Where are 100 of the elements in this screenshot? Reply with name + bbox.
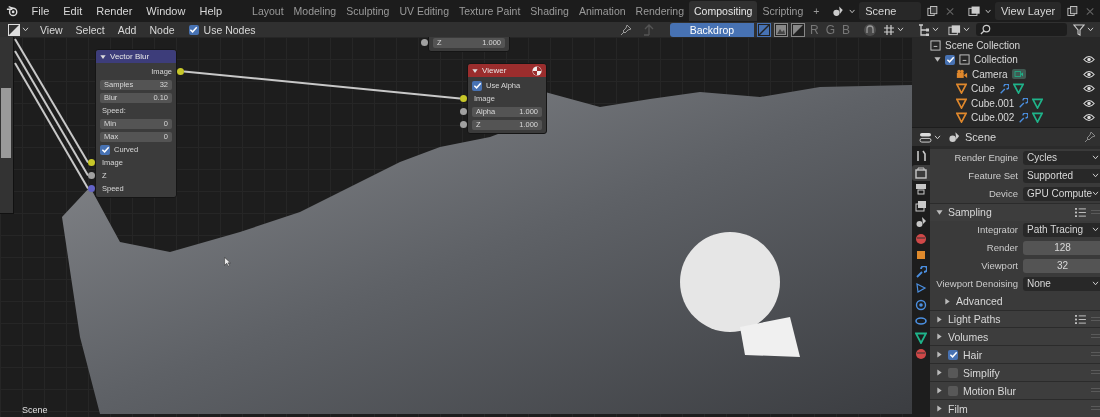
- drag-handle-icon[interactable]: [1091, 388, 1100, 394]
- node-socket[interactable]: [88, 185, 95, 192]
- backdrop-mode-button[interactable]: [756, 22, 771, 37]
- expand-arrow-icon[interactable]: [936, 405, 943, 413]
- scene-name-field[interactable]: Scene: [859, 2, 922, 20]
- outliner-item[interactable]: Cube.002: [912, 110, 1100, 125]
- number-field[interactable]: 128: [1023, 240, 1100, 255]
- workspace-tab[interactable]: Texture Paint: [454, 1, 526, 21]
- outliner-item[interactable]: Camera: [912, 67, 1100, 82]
- drag-handle-icon[interactable]: [1091, 370, 1100, 376]
- expand-arrow-icon[interactable]: [936, 369, 943, 377]
- outliner-item[interactable]: Collection: [912, 52, 1100, 67]
- menu-item[interactable]: Add: [112, 21, 142, 38]
- panel-header[interactable]: Film: [930, 399, 1100, 417]
- collapse-arrow-icon[interactable]: [100, 53, 106, 60]
- use-nodes-checkbox[interactable]: Use Nodes: [188, 23, 256, 36]
- add-workspace-button[interactable]: +: [808, 1, 825, 21]
- presets-list-icon[interactable]: [1075, 314, 1087, 324]
- eye-icon[interactable]: [1083, 113, 1095, 123]
- node-link[interactable]: [183, 70, 461, 100]
- panel-header[interactable]: Motion Blur: [930, 381, 1100, 400]
- drag-handle-icon[interactable]: [1091, 316, 1100, 322]
- checkbox[interactable]: [188, 24, 199, 35]
- checkbox[interactable]: [100, 144, 110, 155]
- presets-list-icon[interactable]: [1075, 207, 1087, 217]
- backdrop-toggle[interactable]: Backdrop: [669, 22, 754, 37]
- menu-item[interactable]: View: [35, 21, 68, 38]
- workspace-tab[interactable]: Scripting: [757, 1, 809, 21]
- checkbox[interactable]: [948, 349, 958, 360]
- menu-item[interactable]: Window: [141, 3, 191, 19]
- expand-arrow-icon[interactable]: [936, 387, 943, 395]
- workspace-tab[interactable]: Shading: [525, 1, 574, 21]
- node-socket[interactable]: [421, 39, 428, 46]
- menu-item[interactable]: Render: [91, 3, 138, 19]
- dropdown-field[interactable]: GPU Compute: [1023, 186, 1100, 201]
- app-logo-icon[interactable]: [6, 5, 19, 17]
- node-link[interactable]: [14, 38, 89, 164]
- workspace-tab[interactable]: Animation: [573, 1, 631, 21]
- triangle-mesh-icon[interactable]: [1032, 97, 1044, 109]
- wrench-icon[interactable]: [998, 83, 1009, 94]
- outliner-item[interactable]: Cube: [912, 81, 1100, 96]
- checkbox[interactable]: [948, 367, 958, 378]
- node-link[interactable]: [14, 62, 89, 190]
- panel-header[interactable]: Volumes: [930, 327, 1100, 346]
- checkbox[interactable]: [948, 385, 958, 396]
- eye-icon[interactable]: [1083, 55, 1095, 65]
- pin-icon[interactable]: [619, 23, 632, 36]
- dropdown-field[interactable]: Supported: [1023, 168, 1100, 183]
- eye-icon[interactable]: [1083, 69, 1095, 79]
- node-socket[interactable]: [177, 68, 184, 75]
- menu-item[interactable]: Node: [144, 21, 180, 38]
- node-socket[interactable]: [460, 121, 467, 128]
- outliner-item[interactable]: Scene Collection: [912, 38, 1100, 53]
- workspace-tab[interactable]: UV Editing: [394, 1, 455, 21]
- expand-arrow-icon[interactable]: [936, 315, 943, 323]
- cropped-node[interactable]: [0, 37, 14, 214]
- copy-icon[interactable]: [927, 5, 939, 17]
- checkbox[interactable]: [945, 54, 955, 65]
- panel-header[interactable]: Hair: [930, 345, 1100, 364]
- camera-data-icon[interactable]: [1011, 69, 1026, 80]
- gizmo-icon[interactable]: [863, 22, 877, 37]
- workspace-tab[interactable]: Compositing: [689, 1, 758, 21]
- node-socket[interactable]: [460, 108, 467, 115]
- expand-arrow-icon[interactable]: [944, 297, 951, 305]
- menu-item[interactable]: Select: [70, 21, 110, 38]
- triangle-mesh-icon[interactable]: [1012, 83, 1024, 95]
- copy-icon[interactable]: [1067, 5, 1078, 17]
- backdrop-mode-button[interactable]: [773, 22, 788, 37]
- expand-arrow-icon[interactable]: [936, 351, 943, 359]
- scene-icon[interactable]: [832, 5, 845, 17]
- eye-icon[interactable]: [1083, 98, 1095, 108]
- workspace-tab[interactable]: Sculpting: [341, 1, 395, 21]
- panel-header[interactable]: Simplify: [930, 363, 1100, 382]
- drag-handle-icon[interactable]: [1091, 209, 1100, 215]
- node-header[interactable]: Vector Blur: [96, 50, 176, 63]
- drag-handle-icon[interactable]: [1091, 406, 1100, 412]
- image-stack-icon[interactable]: [968, 5, 981, 17]
- eye-icon[interactable]: [1083, 84, 1095, 94]
- outliner-item[interactable]: Cube.001: [912, 96, 1100, 111]
- drag-handle-icon[interactable]: [1091, 334, 1100, 340]
- dropdown-field[interactable]: None: [1023, 276, 1100, 291]
- collapse-arrow-icon[interactable]: [472, 67, 478, 74]
- workspace-tab[interactable]: Modeling: [288, 1, 342, 21]
- node-socket[interactable]: [88, 172, 95, 179]
- expand-arrow-icon[interactable]: [936, 333, 943, 341]
- number-field[interactable]: 32: [1023, 258, 1100, 273]
- workspace-tab[interactable]: Rendering: [630, 1, 690, 21]
- collapse-arrow-icon[interactable]: [936, 208, 943, 216]
- workspace-tab[interactable]: Layout: [247, 1, 289, 21]
- collapse-arrow-icon[interactable]: [934, 56, 941, 64]
- triangle-mesh-icon[interactable]: [1032, 112, 1044, 124]
- dropdown-field[interactable]: Cycles: [1023, 150, 1100, 165]
- preview-icon[interactable]: [532, 65, 542, 76]
- menu-item[interactable]: Edit: [58, 3, 88, 19]
- render-tab[interactable]: [912, 164, 930, 181]
- drag-handle-icon[interactable]: [1091, 352, 1100, 358]
- wrench-icon[interactable]: [1018, 98, 1029, 109]
- menu-item[interactable]: File: [26, 3, 55, 19]
- pin-icon[interactable]: [1084, 131, 1096, 143]
- node-socket[interactable]: [460, 95, 467, 102]
